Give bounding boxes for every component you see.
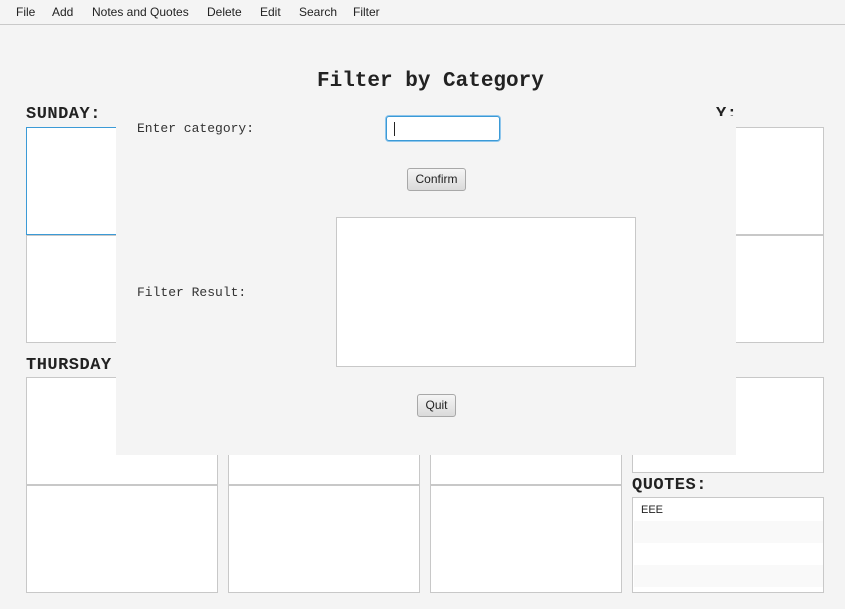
quotes-list[interactable]: EEE: [632, 497, 824, 593]
thursday-cell-bottom[interactable]: [26, 485, 218, 593]
day-label-thursday: THURSDAY: [26, 356, 112, 375]
menu-bar: File Add Notes and Quotes Delete Edit Se…: [0, 0, 845, 25]
menu-edit[interactable]: Edit: [260, 5, 281, 19]
quote-row-empty: [634, 521, 823, 543]
menu-search[interactable]: Search: [299, 5, 337, 19]
text-caret: [394, 122, 395, 136]
menu-delete[interactable]: Delete: [207, 5, 242, 19]
filter-result-label: Filter Result:: [137, 285, 247, 300]
menu-add[interactable]: Add: [52, 5, 73, 19]
category-label: Enter category:: [137, 121, 255, 136]
filter-result-area[interactable]: [336, 217, 636, 367]
weekday-cell-bottom[interactable]: [430, 485, 622, 593]
quit-button[interactable]: Quit: [417, 394, 456, 417]
menu-file[interactable]: File: [16, 5, 35, 19]
friday-cell-bottom[interactable]: [228, 485, 420, 593]
menu-notes-and-quotes[interactable]: Notes and Quotes: [92, 5, 189, 19]
confirm-button[interactable]: Confirm: [407, 168, 466, 191]
quote-row-empty: [634, 565, 823, 587]
quote-item[interactable]: EEE: [634, 499, 823, 521]
quote-row-empty: [634, 543, 823, 565]
day-label-sunday: SUNDAY:: [26, 105, 101, 124]
menu-filter[interactable]: Filter: [353, 5, 380, 19]
dialog-title: Filter by Category: [317, 70, 544, 93]
category-input[interactable]: [386, 116, 500, 141]
quotes-label: QUOTES:: [632, 476, 707, 495]
